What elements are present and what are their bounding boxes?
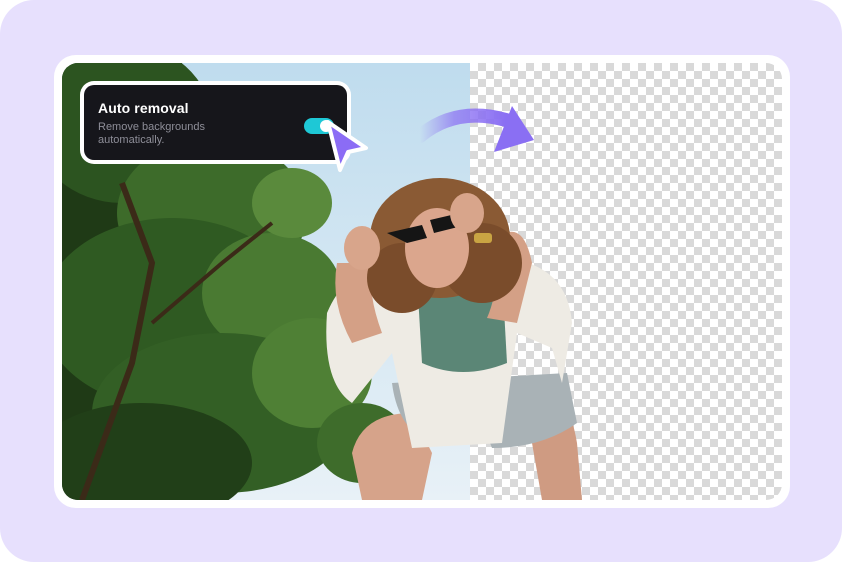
curved-arrow-icon [413,100,546,165]
auto-removal-description: Remove backgrounds automatically. [98,121,206,146]
mouse-pointer-icon [322,118,370,179]
auto-removal-card: Auto removal Remove backgrounds automati… [80,81,351,164]
auto-removal-title: Auto removal [98,100,189,116]
promo-stage: Auto removal Remove backgrounds automati… [0,0,842,562]
auto-removal-panel: Auto removal Remove backgrounds automati… [84,85,347,160]
